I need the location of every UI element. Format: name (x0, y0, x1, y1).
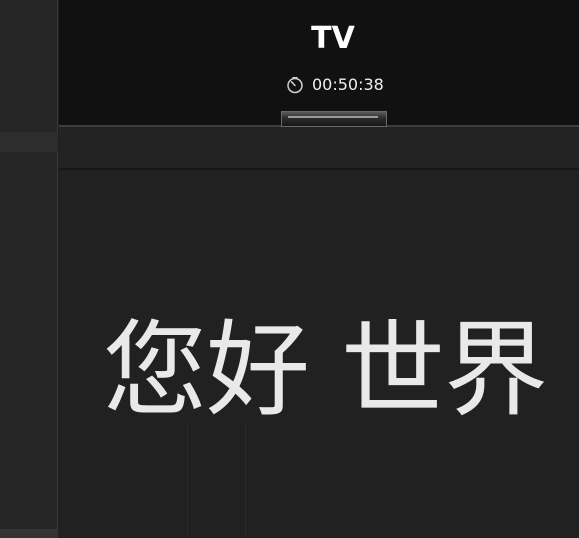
timer: 00:50:38 (286, 74, 384, 96)
sidebar-corner-label: on (44, 0, 55, 3)
device-thumbnail[interactable] (281, 111, 387, 127)
content-guide-line (245, 422, 246, 538)
main-area: TV 00:50:38 您好 世界 (59, 0, 579, 538)
preview-title: TV (311, 21, 355, 56)
sidebar: on (0, 0, 58, 538)
display-text: 您好 世界 (103, 309, 548, 431)
timer-icon (287, 77, 303, 94)
preview-panel: TV 00:50:38 (59, 0, 579, 127)
timer-text: 00:50:38 (312, 75, 384, 94)
sidebar-scrollbar[interactable] (0, 529, 58, 538)
device-highlight (288, 116, 378, 118)
toolbar (59, 127, 579, 170)
sidebar-selected-item[interactable] (0, 132, 58, 152)
content-area: 您好 世界 (59, 170, 579, 538)
content-guide-line (187, 422, 188, 538)
app-window: on TV 00:50:38 您好 世界 (0, 0, 579, 538)
